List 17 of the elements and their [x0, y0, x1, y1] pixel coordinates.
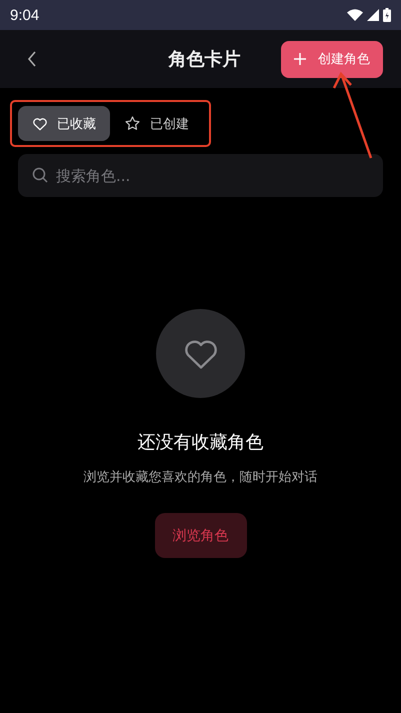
- status-time: 9:04: [10, 6, 40, 24]
- heart-icon: [32, 116, 48, 132]
- wifi-icon: [347, 9, 363, 21]
- create-character-button[interactable]: 创建角色: [281, 40, 383, 78]
- search-field[interactable]: 搜索角色...: [18, 154, 383, 197]
- browse-characters-button[interactable]: 浏览角色: [154, 513, 246, 558]
- page-title: 角色卡片: [168, 48, 240, 71]
- signal-icon: [367, 9, 379, 21]
- battery-icon: [383, 8, 391, 22]
- tab[interactable]: 已收藏: [18, 106, 110, 141]
- plus-icon: [294, 53, 306, 65]
- back-icon[interactable]: [26, 51, 38, 67]
- empty-state-message: 浏览并收藏您喜欢的角色，随时开始对话: [84, 469, 318, 486]
- star-icon: [124, 115, 141, 132]
- search-icon: [32, 167, 48, 183]
- tab[interactable]: 已创建: [110, 106, 203, 141]
- empty-state-title: 还没有收藏角色: [138, 431, 264, 454]
